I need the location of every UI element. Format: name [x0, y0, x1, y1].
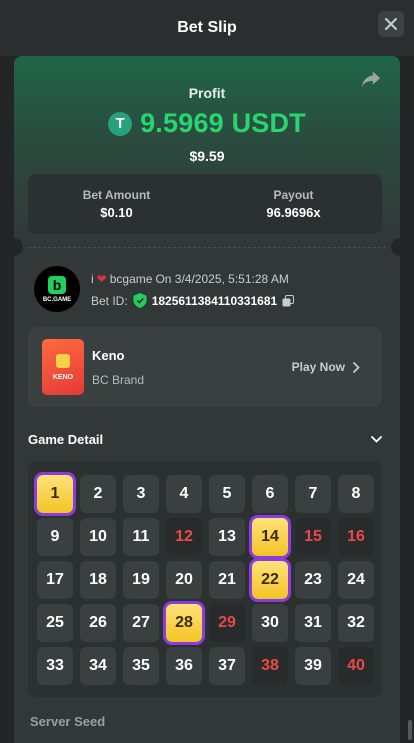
keno-thumb-text: KENO — [52, 373, 74, 381]
bet-id-line: Bet ID: 182561138411033168​1 — [91, 293, 295, 308]
keno-cell: 24 — [338, 561, 374, 599]
keno-cell: 38 — [252, 647, 288, 685]
keno-cell: 29 — [209, 604, 245, 642]
bet-date: On 3/4/2025, 5:51:28 AM — [155, 272, 289, 286]
keno-cell: 13 — [209, 518, 245, 556]
keno-cell: 8 — [338, 475, 374, 513]
bcgame-logo-text: BC.GAME — [42, 296, 72, 303]
payout-label: Payout — [273, 188, 314, 202]
page-title: Bet Slip — [177, 19, 237, 36]
bet-id-label: Bet ID: — [91, 293, 128, 308]
play-now-link[interactable]: Play Now — [292, 360, 360, 374]
keno-cell: 21 — [209, 561, 245, 599]
keno-cell: 30 — [252, 604, 288, 642]
keno-cell: 20 — [166, 561, 202, 599]
username[interactable]: bcgame — [110, 272, 153, 286]
keno-cell: 26 — [80, 604, 116, 642]
user-info-line: i ❤ bcgame On 3/4/2025, 5:51:28 AM — [91, 272, 289, 286]
copy-icon[interactable] — [282, 294, 295, 307]
keno-cell: 36 — [166, 647, 202, 685]
profit-section: Profit T 9.5969 USDT $9.59 Bet Amount $0… — [14, 56, 400, 250]
keno-cell: 39 — [295, 647, 331, 685]
game-name: Keno — [92, 348, 125, 363]
keno-cell: 4 — [166, 475, 202, 513]
keno-cell: 37 — [209, 647, 245, 685]
game-brand: BC Brand — [92, 373, 145, 387]
keno-cell: 3 — [123, 475, 159, 513]
keno-cell: 32 — [338, 604, 374, 642]
heart-icon: ❤ — [96, 272, 107, 286]
keno-cell: 35 — [123, 647, 159, 685]
payout-column: Payout 96.9696x — [205, 174, 382, 234]
keno-cell: 12 — [166, 518, 202, 556]
close-icon — [385, 18, 397, 30]
keno-cell: 40 — [338, 647, 374, 685]
keno-cell: 23 — [295, 561, 331, 599]
bet-summary-box: Bet Amount $0.10 Payout 96.9696x — [28, 174, 382, 234]
payout-value: 96.9696x — [266, 205, 321, 220]
divider — [28, 247, 386, 248]
ticket-notch-right — [391, 238, 400, 256]
keno-cell: 28 — [166, 604, 202, 642]
keno-cell: 14 — [252, 518, 288, 556]
keno-cell: 27 — [123, 604, 159, 642]
keno-cell: 6 — [252, 475, 288, 513]
bet-amount-column: Bet Amount $0.10 — [28, 174, 205, 234]
keno-cell: 33 — [37, 647, 73, 685]
keno-cell: 18 — [80, 561, 116, 599]
keno-cell: 17 — [37, 561, 73, 599]
keno-cell: 22 — [252, 561, 288, 599]
keno-cell: 34 — [80, 647, 116, 685]
game-detail-toggle[interactable]: Game Detail — [28, 432, 382, 447]
keno-cell: 5 — [209, 475, 245, 513]
profit-value: 9.5969 USDT — [140, 108, 306, 138]
keno-cell: 10 — [80, 518, 116, 556]
usdt-icon: T — [108, 111, 133, 136]
keno-cell: 1 — [37, 475, 73, 513]
user-prefix: i — [91, 272, 94, 286]
close-button[interactable] — [378, 11, 404, 37]
keno-grid: 1 2 3 4 5 6 7 8 9 10 11 12 13 14 15 16 17 18 19 20 21 22 23 24 2… — [37, 475, 374, 685]
chevron-down-icon — [371, 436, 382, 443]
keno-cell: 9 — [37, 518, 73, 556]
game-detail-title: Game Detail — [28, 432, 104, 447]
keno-board: 1 2 3 4 5 6 7 8 9 10 11 12 13 14 15 16 17 18 19 20 21 22 23 24 2… — [28, 461, 382, 697]
profit-usd-value: $9.59 — [189, 148, 225, 164]
keno-cell: 7 — [295, 475, 331, 513]
bcgame-logo-icon: b — [48, 275, 66, 294]
server-seed-label: Server Seed — [30, 714, 106, 729]
bet-slip-header: Bet Slip — [0, 0, 414, 56]
profit-amount-row: T 9.5969 USDT — [14, 108, 400, 139]
scrollbar[interactable] — [408, 720, 412, 740]
keno-cell: 2 — [80, 475, 116, 513]
keno-thumbnail: KENO — [42, 339, 84, 395]
bcgame-avatar[interactable]: b BC.GAME — [34, 266, 80, 312]
bet-amount-value: $0.10 — [100, 205, 133, 220]
bet-id-value: 182561138411033168​1 — [151, 293, 278, 308]
keno-cell: 11 — [123, 518, 159, 556]
keno-cell: 31 — [295, 604, 331, 642]
bet-slip-panel: Profit T 9.5969 USDT $9.59 Bet Amount $0… — [14, 56, 400, 743]
keno-cell: 15 — [295, 518, 331, 556]
game-card[interactable]: KENO Keno BC Brand Play Now — [28, 327, 382, 407]
keno-cell: 19 — [123, 561, 159, 599]
bet-amount-label: Bet Amount — [82, 188, 151, 202]
keno-tile-icon — [56, 353, 70, 368]
play-now-label: Play Now — [291, 360, 345, 374]
chevron-right-icon — [353, 361, 360, 373]
profit-label: Profit — [188, 85, 226, 101]
keno-cell: 16 — [338, 518, 374, 556]
keno-cell: 25 — [37, 604, 73, 642]
verified-shield-icon — [133, 293, 147, 308]
